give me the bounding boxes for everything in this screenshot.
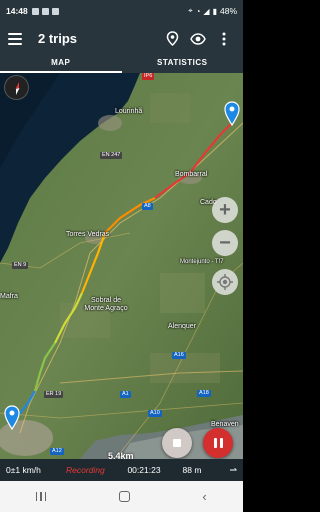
more-vert-icon[interactable]: [213, 28, 235, 50]
road-shield: A1: [120, 391, 131, 398]
satellite-map: [0, 73, 243, 459]
notification-icon: [51, 7, 59, 15]
my-location-icon: [217, 274, 233, 290]
compass-icon[interactable]: [4, 75, 29, 100]
place-label: Torres Vedras: [66, 231, 110, 238]
page-title: 2 trips: [38, 31, 78, 46]
road-shield: A8: [142, 203, 153, 210]
menu-icon[interactable]: [8, 32, 22, 45]
road-shield: A16: [172, 352, 186, 359]
road-shield: A18: [197, 390, 211, 397]
tab-statistics[interactable]: STATISTICS: [122, 55, 244, 73]
notification-icons: [31, 7, 59, 15]
elapsed-time: 00:21:23: [127, 465, 161, 475]
stop-icon: [173, 439, 181, 447]
battery-level: 48%: [219, 6, 237, 16]
zoom-in-button[interactable]: +: [212, 197, 238, 223]
my-location-button[interactable]: [212, 269, 238, 295]
road-shield: EN 247: [100, 152, 123, 159]
place-label: Mafra: [0, 293, 18, 300]
marker-icon[interactable]: [161, 28, 183, 50]
pause-recording-button[interactable]: [203, 428, 233, 458]
expand-arrow-icon[interactable]: ⇀: [229, 465, 237, 476]
map-view[interactable]: Lourinhã Bombarral Cado Torres Vedras Mo…: [0, 73, 243, 459]
place-label: Bombarral: [175, 171, 208, 178]
pause-icon: [213, 438, 217, 448]
tab-bar: MAP STATISTICS: [0, 55, 243, 73]
signal-icon: ◢: [203, 6, 210, 16]
road-shield: ER 19: [44, 391, 64, 398]
status-bar: 14:48 ⌖ ◔ ◢ ▮ 48%: [0, 0, 243, 22]
zoom-out-button[interactable]: −: [212, 230, 238, 256]
place-label: Lourinhã: [115, 108, 143, 115]
road-shield: A12: [50, 448, 64, 455]
eye-icon[interactable]: [187, 28, 209, 50]
tab-map[interactable]: MAP: [0, 55, 122, 73]
road-shield: A10: [148, 410, 162, 417]
place-label: Sobral de Monte Agraço: [84, 297, 128, 312]
battery-icon: ▮: [212, 6, 217, 16]
app-bar: 2 trips: [0, 22, 243, 55]
status-time: 14:48: [6, 6, 28, 16]
road-shield: IP6: [142, 73, 155, 80]
system-nav-bar: ‹: [0, 481, 243, 512]
notification-icon: [41, 7, 49, 15]
wifi-icon: ◔: [195, 6, 201, 16]
speed-value: 0±1 km/h: [6, 465, 41, 475]
place-label: Alenquer: [168, 323, 197, 330]
place-label: Benaven: [211, 421, 239, 428]
road-shield: EN 9: [12, 262, 29, 269]
notification-icon: [31, 7, 39, 15]
back-icon[interactable]: ‹: [202, 489, 206, 504]
location-status-icon: ⌖: [188, 6, 193, 15]
home-icon[interactable]: [118, 491, 130, 502]
distance-value: 88 m: [182, 465, 202, 475]
recents-icon[interactable]: [36, 492, 47, 501]
status-right: ⌖ ◔ ◢ ▮ 48%: [188, 6, 237, 16]
recording-status: Recording: [66, 465, 105, 475]
recording-info-bar: 0±1 km/h Recording 00:21:23 88 m ⇀: [0, 459, 243, 481]
stop-recording-button[interactable]: [162, 428, 192, 458]
place-label: Montejunto - T!7: [180, 259, 224, 265]
